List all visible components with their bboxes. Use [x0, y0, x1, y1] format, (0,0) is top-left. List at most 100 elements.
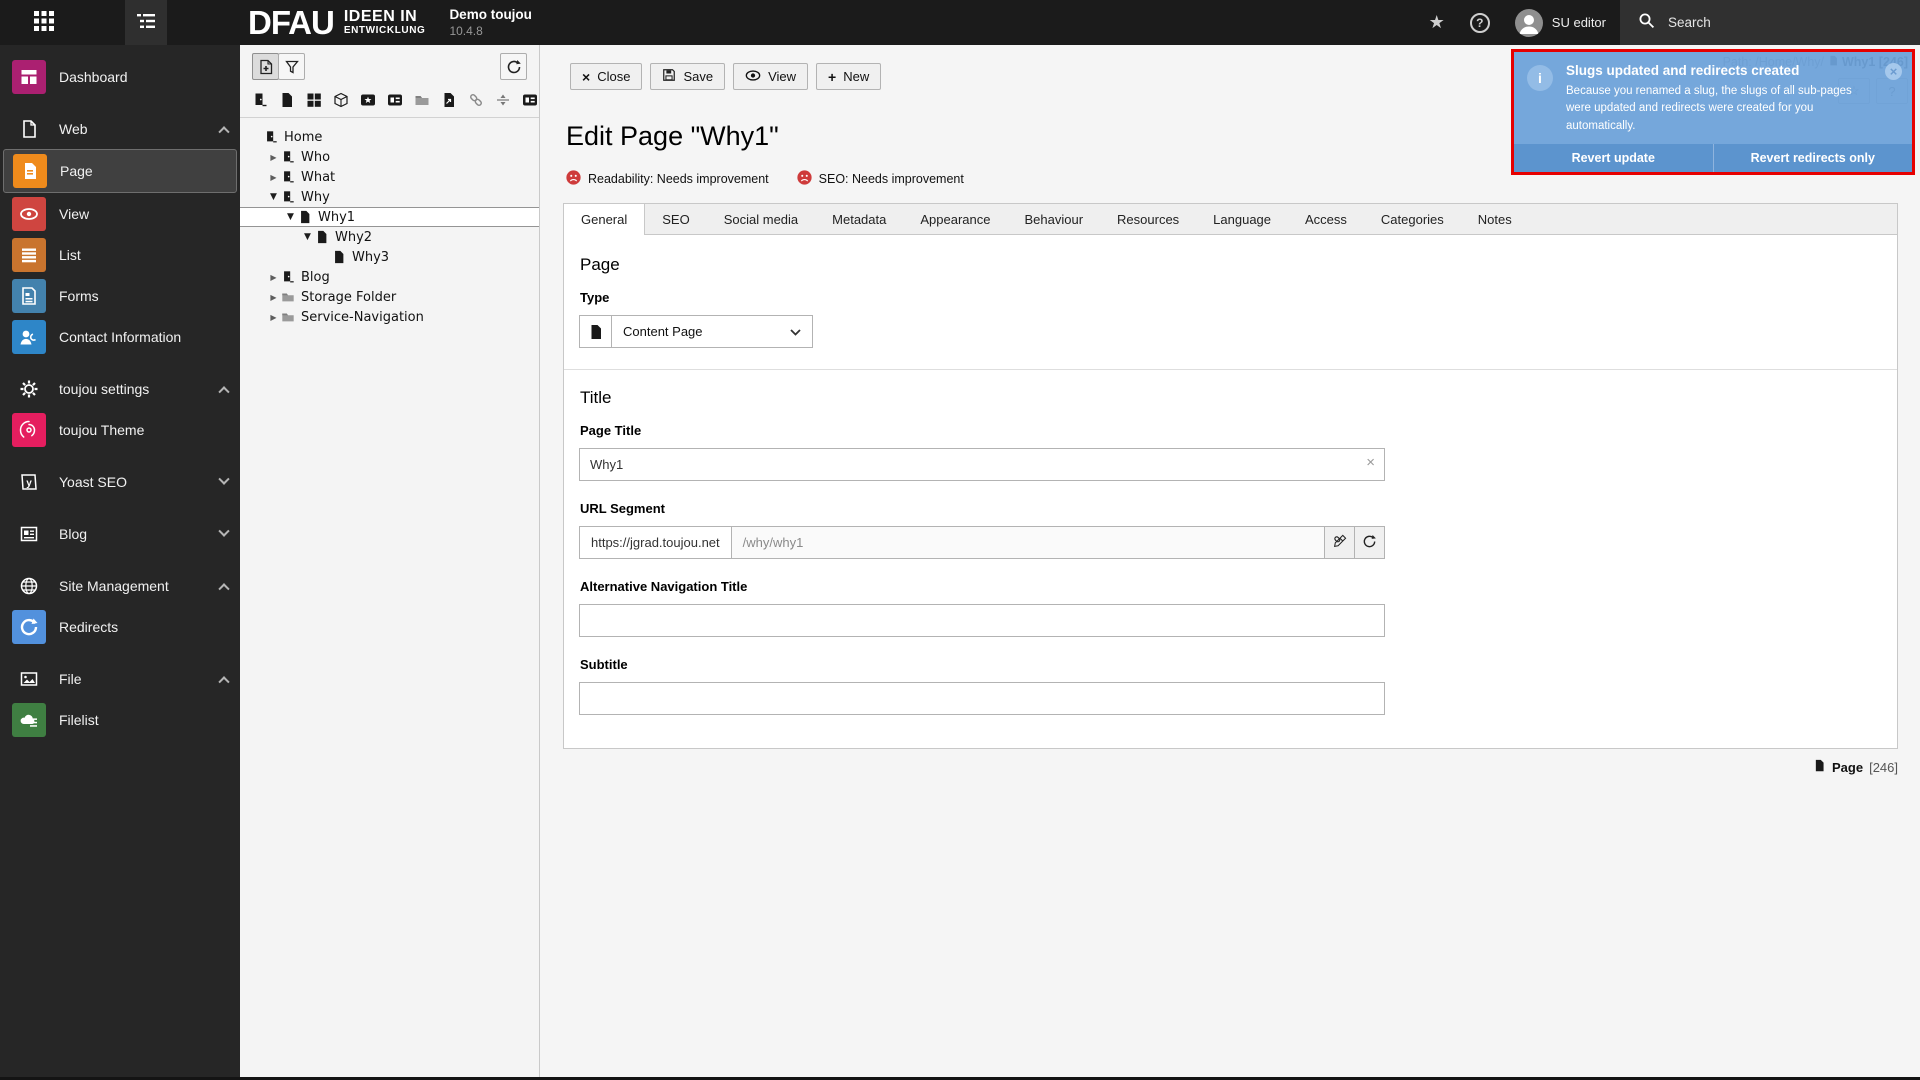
sidebar-section-yoast-seo[interactable]: y Yoast SEO	[0, 461, 240, 502]
sidebar-item-toujou-theme[interactable]: toujou Theme	[0, 409, 240, 450]
alternative-navigation-title-input[interactable]	[579, 604, 1385, 637]
alternative-navigation-title-label: Alternative Navigation Title	[580, 579, 1882, 594]
tab-access[interactable]: Access	[1288, 204, 1364, 234]
close-notification-icon[interactable]: ×	[1885, 63, 1902, 80]
sidebar-item-view[interactable]: View	[0, 193, 240, 234]
close-button[interactable]: ×Close	[570, 63, 642, 90]
modulemenu-toggle-button[interactable]	[22, 0, 66, 45]
record-uid: [246]	[1869, 760, 1898, 775]
tab-appearance[interactable]: Appearance	[903, 204, 1007, 234]
drag-page-content-icon[interactable]	[279, 92, 295, 108]
new-page-button[interactable]	[252, 53, 279, 80]
sidebar-section-file[interactable]: File	[0, 658, 240, 699]
page-type-group: Content Page	[579, 315, 1882, 348]
logo-text: DFAU	[248, 6, 334, 39]
drag-shortcut-icon[interactable]	[441, 92, 457, 108]
sidebar-section-toujou-settings[interactable]: toujou settings	[0, 368, 240, 409]
search-bar[interactable]: Search	[1620, 0, 1920, 45]
tree-item-home[interactable]: Home	[240, 127, 539, 147]
recalculate-url-segment-button[interactable]	[1354, 526, 1385, 559]
tree-item-who[interactable]: ▶ Who	[240, 147, 539, 167]
expand-icon[interactable]: ▶	[267, 273, 280, 282]
save-icon	[662, 68, 676, 85]
tree-item-service-navigation[interactable]: ▶ Service-Navigation	[240, 307, 539, 327]
revert-redirects-only-button[interactable]: Revert redirects only	[1713, 144, 1913, 172]
sidebar-item-page[interactable]: Page	[3, 149, 237, 193]
sidebar-item-contact-information[interactable]: Contact Information	[0, 316, 240, 357]
sidebar-item-redirects[interactable]: Redirects	[0, 606, 240, 647]
new-button[interactable]: +New	[816, 63, 881, 90]
sidebar-section-web[interactable]: Web	[0, 108, 240, 149]
tab-metadata[interactable]: Metadata	[815, 204, 903, 234]
globe-icon	[12, 576, 46, 596]
page-tree: Home ▶ Who ▶ What ▼ Why ▼ Why1	[240, 118, 539, 327]
expand-icon[interactable]: ▶	[267, 313, 280, 322]
sidebar-item-filelist[interactable]: Filelist	[0, 699, 240, 740]
tab-seo[interactable]: SEO	[645, 204, 706, 234]
tree-item-what[interactable]: ▶ What	[240, 167, 539, 187]
dfau-logo[interactable]: DFAU IDEEN IN ENTWICKLUNG	[248, 6, 425, 39]
drag-mountpoint-icon[interactable]	[333, 92, 349, 108]
tab-categories[interactable]: Categories	[1364, 204, 1461, 234]
siteroot-icon	[281, 170, 295, 184]
drag-spacer-icon[interactable]	[495, 92, 511, 108]
svg-text:y: y	[26, 478, 32, 489]
tree-item-why1-selected[interactable]: ▼ Why1	[240, 207, 539, 227]
collapse-icon[interactable]: ▼	[267, 192, 280, 202]
clear-input-icon[interactable]: ×	[1366, 455, 1375, 470]
subtitle-input[interactable]	[579, 682, 1385, 715]
drag-link-icon[interactable]	[468, 92, 484, 108]
tab-language[interactable]: Language	[1196, 204, 1288, 234]
page-title-field: ×	[579, 448, 1385, 481]
subtitle-field	[579, 682, 1385, 715]
drag-plugin-icon[interactable]	[387, 92, 403, 108]
redirect-icon	[12, 610, 46, 644]
sidebar-item-forms[interactable]: Forms	[0, 275, 240, 316]
tab-social-media[interactable]: Social media	[707, 204, 815, 234]
sidebar-item-dashboard[interactable]: Dashboard	[0, 56, 240, 97]
user-menu[interactable]: SU editor	[1515, 9, 1606, 37]
filelist-icon	[12, 703, 46, 737]
drag-folder-icon[interactable]	[414, 92, 430, 108]
expand-icon[interactable]: ▶	[267, 293, 280, 302]
expand-icon[interactable]: ▶	[267, 153, 280, 162]
tab-notes[interactable]: Notes	[1461, 204, 1529, 234]
drag-plugin-2-icon[interactable]	[522, 92, 538, 108]
url-slug-value: /why/why1	[731, 526, 1325, 559]
tab-general[interactable]: General	[564, 204, 645, 235]
collapse-icon[interactable]: ▼	[284, 212, 297, 222]
sidebar-section-blog[interactable]: Blog	[0, 513, 240, 554]
tree-item-storage-folder[interactable]: ▶ Storage Folder	[240, 287, 539, 307]
edit-url-segment-button[interactable]	[1324, 526, 1355, 559]
pagetree-toggle-button[interactable]	[125, 0, 167, 45]
tree-item-why2[interactable]: ▼ Why2	[240, 227, 539, 247]
view-button[interactable]: View	[733, 63, 808, 90]
page-type-select[interactable]: Content Page	[611, 315, 813, 348]
tree-list-icon	[137, 13, 155, 32]
refresh-pagetree-button[interactable]	[500, 53, 527, 80]
tree-item-blog[interactable]: ▶ Blog	[240, 267, 539, 287]
page-icon	[298, 210, 312, 224]
drag-page-default-icon[interactable]	[252, 92, 268, 108]
filter-button[interactable]	[278, 53, 305, 80]
folder-icon	[281, 310, 295, 324]
page-title-input[interactable]	[579, 448, 1385, 481]
expand-icon[interactable]: ▶	[267, 173, 280, 182]
collapse-icon[interactable]: ▼	[301, 232, 314, 242]
sidebar-section-site-management[interactable]: Site Management	[0, 565, 240, 606]
user-name: SU editor	[1552, 15, 1606, 30]
drag-backend-section-icon[interactable]	[306, 92, 322, 108]
help-icon[interactable]: ?	[1470, 13, 1490, 33]
revert-update-button[interactable]: Revert update	[1514, 144, 1713, 172]
bookmark-star-icon[interactable]: ★	[1429, 12, 1445, 33]
gear-icon	[12, 379, 46, 399]
siteroot-icon	[281, 150, 295, 164]
tree-item-why3[interactable]: Why3	[240, 247, 539, 267]
tab-behaviour[interactable]: Behaviour	[1007, 204, 1100, 234]
tab-resources[interactable]: Resources	[1100, 204, 1196, 234]
save-button[interactable]: Save	[650, 63, 725, 90]
drag-special-star-icon[interactable]	[360, 92, 376, 108]
pagetree-toolbar	[240, 45, 539, 85]
sidebar-item-list[interactable]: List	[0, 234, 240, 275]
tree-item-why[interactable]: ▼ Why	[240, 187, 539, 207]
